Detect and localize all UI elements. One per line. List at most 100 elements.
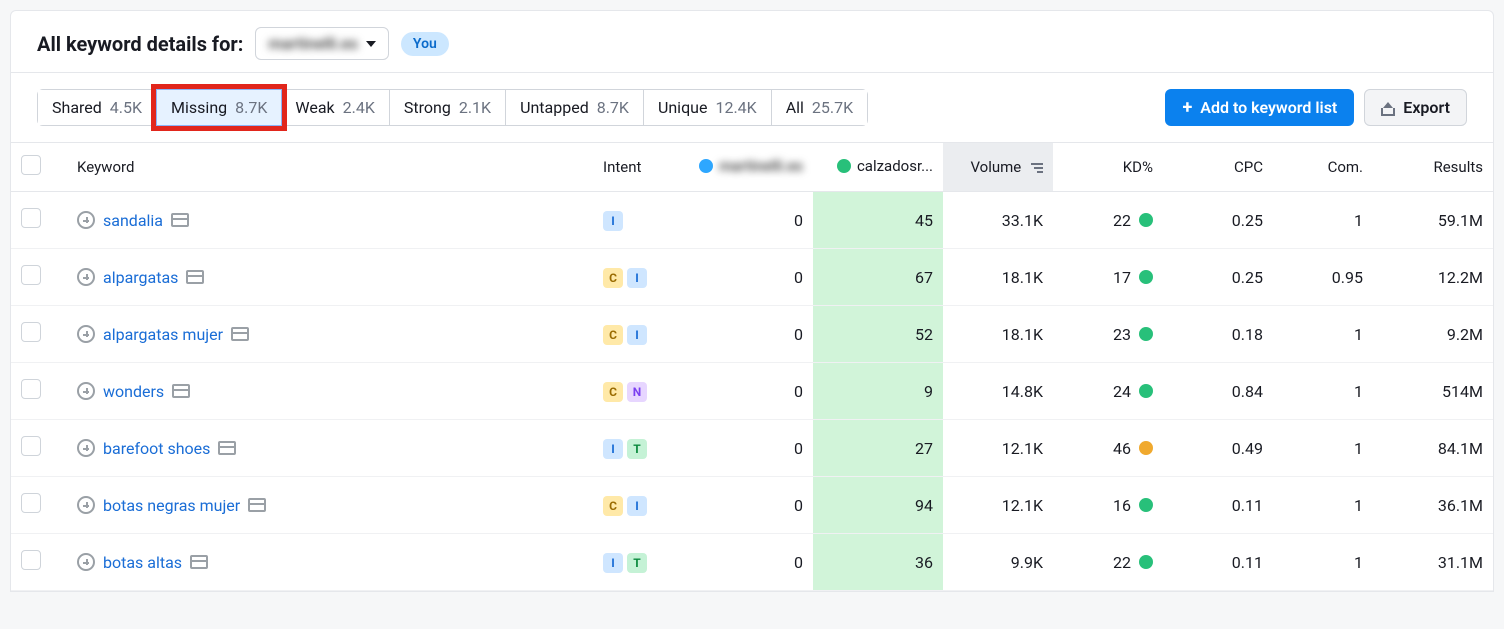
competitor1-label: martinelli.es	[719, 157, 803, 175]
tab-untapped[interactable]: Untapped8.7K	[506, 90, 644, 125]
cell-kd: 16	[1053, 477, 1163, 534]
row-checkbox[interactable]	[21, 436, 41, 456]
cell-kd: 17	[1053, 249, 1163, 306]
intent-badges: I	[603, 211, 623, 231]
keyword-link[interactable]: botas negras mujer	[103, 496, 240, 515]
add-keyword-icon[interactable]	[77, 211, 95, 229]
cell-competitor1: 0	[683, 249, 813, 306]
table-row: barefoot shoesIT02712.1K460.49184.1M	[11, 420, 1493, 477]
export-button[interactable]: Export	[1364, 89, 1467, 126]
tab-missing[interactable]: Missing8.7K	[156, 89, 282, 126]
intent-badges: IT	[603, 439, 647, 459]
add-to-keyword-list-button[interactable]: Add to keyword list	[1165, 89, 1354, 126]
serp-icon[interactable]	[190, 555, 208, 569]
tab-weak[interactable]: Weak2.4K	[281, 90, 390, 125]
cell-kd: 46	[1053, 420, 1163, 477]
add-keyword-icon[interactable]	[77, 439, 95, 457]
keyword-link[interactable]: botas altas	[103, 553, 182, 572]
cell-kd: 22	[1053, 192, 1163, 249]
serp-icon[interactable]	[231, 327, 249, 341]
row-checkbox[interactable]	[21, 208, 41, 228]
intent-I-badge: I	[627, 268, 647, 288]
intent-C-badge: C	[603, 382, 623, 402]
cell-kd: 22	[1053, 534, 1163, 591]
tab-shared[interactable]: Shared4.5K	[38, 90, 157, 125]
table-row: sandaliaI04533.1K220.25159.1M	[11, 192, 1493, 249]
cell-cpc: 0.11	[1163, 477, 1273, 534]
cell-com: 0.95	[1273, 249, 1373, 306]
cell-com: 1	[1273, 363, 1373, 420]
domain-selected-value: martinelli.es	[268, 34, 358, 53]
col-intent[interactable]: Intent	[593, 143, 683, 192]
cell-results: 84.1M	[1373, 420, 1493, 477]
cell-competitor1: 0	[683, 477, 813, 534]
col-competitor-1[interactable]: martinelli.es	[683, 143, 813, 192]
row-checkbox[interactable]	[21, 265, 41, 285]
tab-label: All	[786, 98, 804, 117]
tab-count: 4.5K	[110, 98, 142, 117]
add-keyword-icon[interactable]	[77, 382, 95, 400]
table-row: botas negras mujerCI09412.1K160.11136.1M	[11, 477, 1493, 534]
kd-difficulty-dot-icon	[1139, 498, 1153, 512]
col-results[interactable]: Results	[1373, 143, 1493, 192]
tab-count: 25.7K	[812, 98, 853, 117]
row-checkbox[interactable]	[21, 493, 41, 513]
cell-kd: 23	[1053, 306, 1163, 363]
toolbar-actions: Add to keyword list Export	[1165, 89, 1467, 126]
cell-com: 1	[1273, 192, 1373, 249]
tab-all[interactable]: All 25.7K	[772, 90, 867, 125]
col-com[interactable]: Com.	[1273, 143, 1373, 192]
serp-icon[interactable]	[186, 270, 204, 284]
cell-competitor2: 52	[813, 306, 943, 363]
keyword-link[interactable]: sandalia	[103, 211, 163, 230]
row-checkbox[interactable]	[21, 322, 41, 342]
intent-I-badge: I	[603, 553, 623, 573]
row-checkbox[interactable]	[21, 550, 41, 570]
add-button-label: Add to keyword list	[1200, 98, 1337, 117]
cell-competitor2: 9	[813, 363, 943, 420]
col-competitor-2[interactable]: calzadosr...	[813, 143, 943, 192]
cell-cpc: 0.11	[1163, 534, 1273, 591]
add-keyword-icon[interactable]	[77, 325, 95, 343]
domain-selector[interactable]: martinelli.es	[255, 27, 389, 60]
serp-icon[interactable]	[172, 384, 190, 398]
cell-volume: 18.1K	[943, 249, 1053, 306]
cell-competitor2: 45	[813, 192, 943, 249]
cell-volume: 12.1K	[943, 477, 1053, 534]
intent-badges: CI	[603, 268, 647, 288]
table-row: botas altasIT0369.9K220.11131.1M	[11, 534, 1493, 591]
keyword-link[interactable]: wonders	[103, 382, 164, 401]
table-header-row: Keyword Intent martinelli.es calzadosr..…	[11, 143, 1493, 192]
intent-I-badge: I	[627, 325, 647, 345]
col-cpc[interactable]: CPC	[1163, 143, 1273, 192]
add-keyword-icon[interactable]	[77, 268, 95, 286]
cell-competitor2: 27	[813, 420, 943, 477]
col-keyword[interactable]: Keyword	[67, 143, 593, 192]
serp-icon[interactable]	[218, 441, 236, 455]
cell-competitor1: 0	[683, 363, 813, 420]
cell-results: 59.1M	[1373, 192, 1493, 249]
cell-results: 31.1M	[1373, 534, 1493, 591]
tab-unique[interactable]: Unique12.4K	[644, 90, 772, 125]
serp-icon[interactable]	[171, 213, 189, 227]
kd-difficulty-dot-icon	[1139, 384, 1153, 398]
add-keyword-icon[interactable]	[77, 553, 95, 571]
intent-I-badge: I	[603, 439, 623, 459]
competitor2-label: calzadosr...	[857, 157, 933, 175]
col-volume[interactable]: Volume	[943, 143, 1053, 192]
select-all-checkbox[interactable]	[21, 155, 41, 175]
row-checkbox[interactable]	[21, 379, 41, 399]
intent-T-badge: T	[627, 439, 647, 459]
keyword-link[interactable]: barefoot shoes	[103, 439, 210, 458]
keyword-link[interactable]: alpargatas	[103, 268, 178, 287]
keyword-link[interactable]: alpargatas mujer	[103, 325, 223, 344]
cell-cpc: 0.84	[1163, 363, 1273, 420]
col-kd[interactable]: KD%	[1053, 143, 1163, 192]
serp-icon[interactable]	[248, 498, 266, 512]
add-keyword-icon[interactable]	[77, 496, 95, 514]
cell-cpc: 0.25	[1163, 249, 1273, 306]
intent-C-badge: C	[603, 325, 623, 345]
cell-volume: 12.1K	[943, 420, 1053, 477]
tab-strong[interactable]: Strong2.1K	[390, 90, 506, 125]
tab-label: Untapped	[520, 98, 589, 117]
